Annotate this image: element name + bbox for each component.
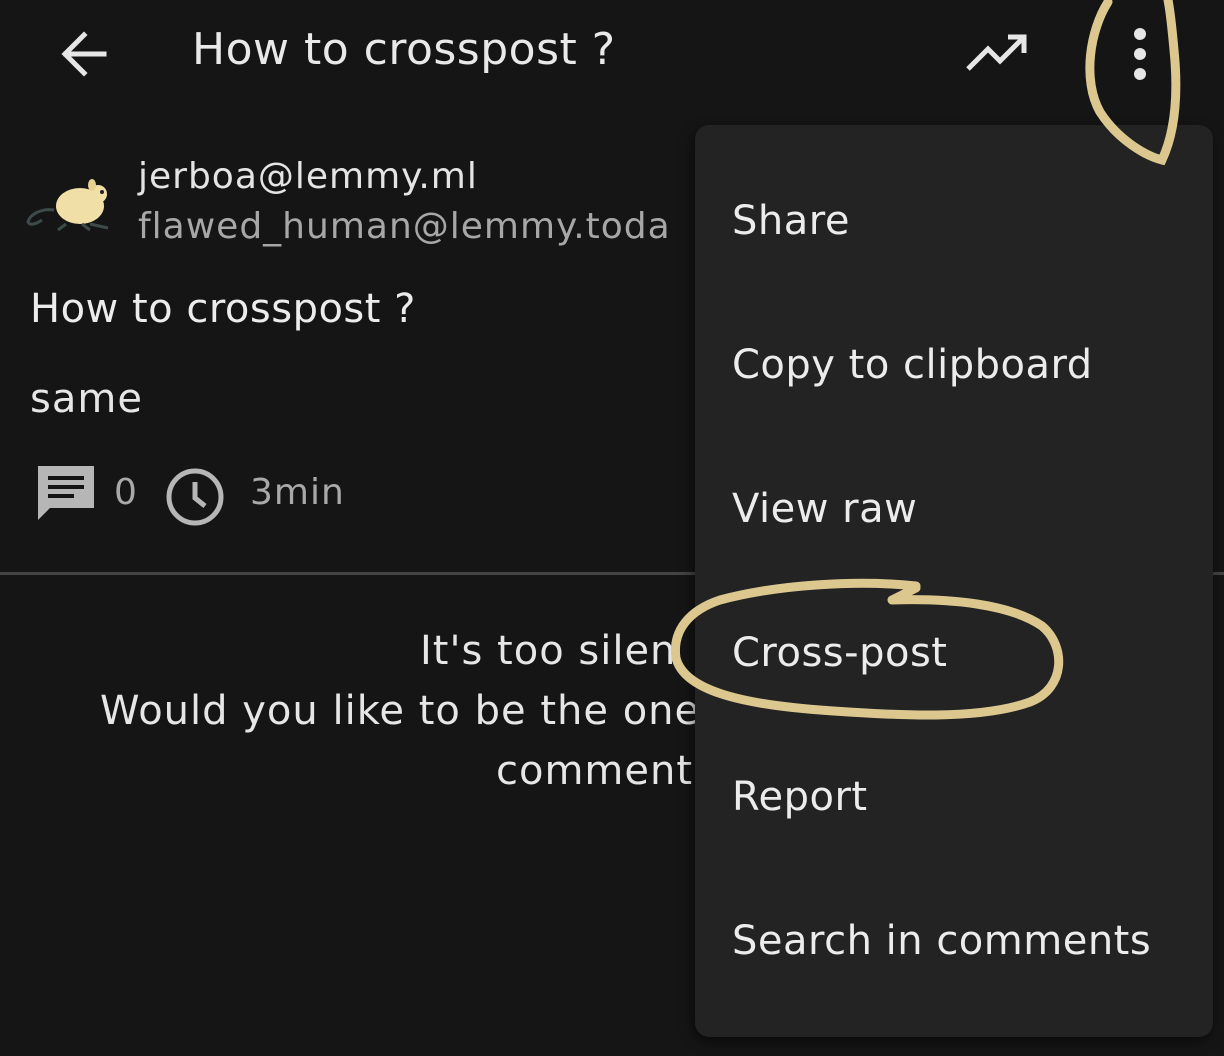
post-age: 3min xyxy=(250,472,345,513)
page-title: How to crosspost ? xyxy=(192,24,616,75)
overflow-menu: Share Copy to clipboard View raw Cross-p… xyxy=(695,125,1213,1037)
top-app-bar: How to crosspost ? xyxy=(0,0,1224,110)
trending-up-icon xyxy=(966,34,1027,71)
more-vertical-icon xyxy=(1134,28,1146,80)
community-avatar[interactable] xyxy=(24,172,114,234)
clock-icon xyxy=(166,468,224,526)
jerboa-logo-icon xyxy=(26,179,109,232)
post-body: same xyxy=(30,376,143,422)
menu-item-view-raw[interactable]: View raw xyxy=(695,437,1213,581)
empty-comments-text-line-2: Would you like to be the one xyxy=(100,688,701,734)
menu-item-report[interactable]: Report xyxy=(695,725,1213,869)
post-screen: How to crosspost ? jerboa@lemmy.ml flawe… xyxy=(0,0,1224,1056)
more-options-button[interactable] xyxy=(1112,22,1168,86)
post-title: How to crosspost ? xyxy=(30,286,416,332)
arrow-left-icon xyxy=(61,31,107,77)
menu-item-share[interactable]: Share xyxy=(695,149,1213,293)
comment-icon xyxy=(38,466,94,520)
menu-item-search-in-comments[interactable]: Search in comments xyxy=(695,869,1213,1013)
menu-item-cross-post[interactable]: Cross-post xyxy=(695,581,1213,725)
post-meta-row: 0 3min xyxy=(30,458,730,528)
back-button[interactable] xyxy=(52,22,116,86)
post-community[interactable]: jerboa@lemmy.ml xyxy=(138,156,478,197)
post-author[interactable]: flawed_human@lemmy.toda xyxy=(138,206,671,247)
comment-count: 0 xyxy=(114,472,137,513)
menu-item-copy-to-clipboard[interactable]: Copy to clipboard xyxy=(695,293,1213,437)
trending-button[interactable] xyxy=(962,28,1032,80)
empty-comments-text-line-3: comment xyxy=(496,748,694,794)
empty-comments-text-line-1: It's too silen xyxy=(420,628,677,674)
